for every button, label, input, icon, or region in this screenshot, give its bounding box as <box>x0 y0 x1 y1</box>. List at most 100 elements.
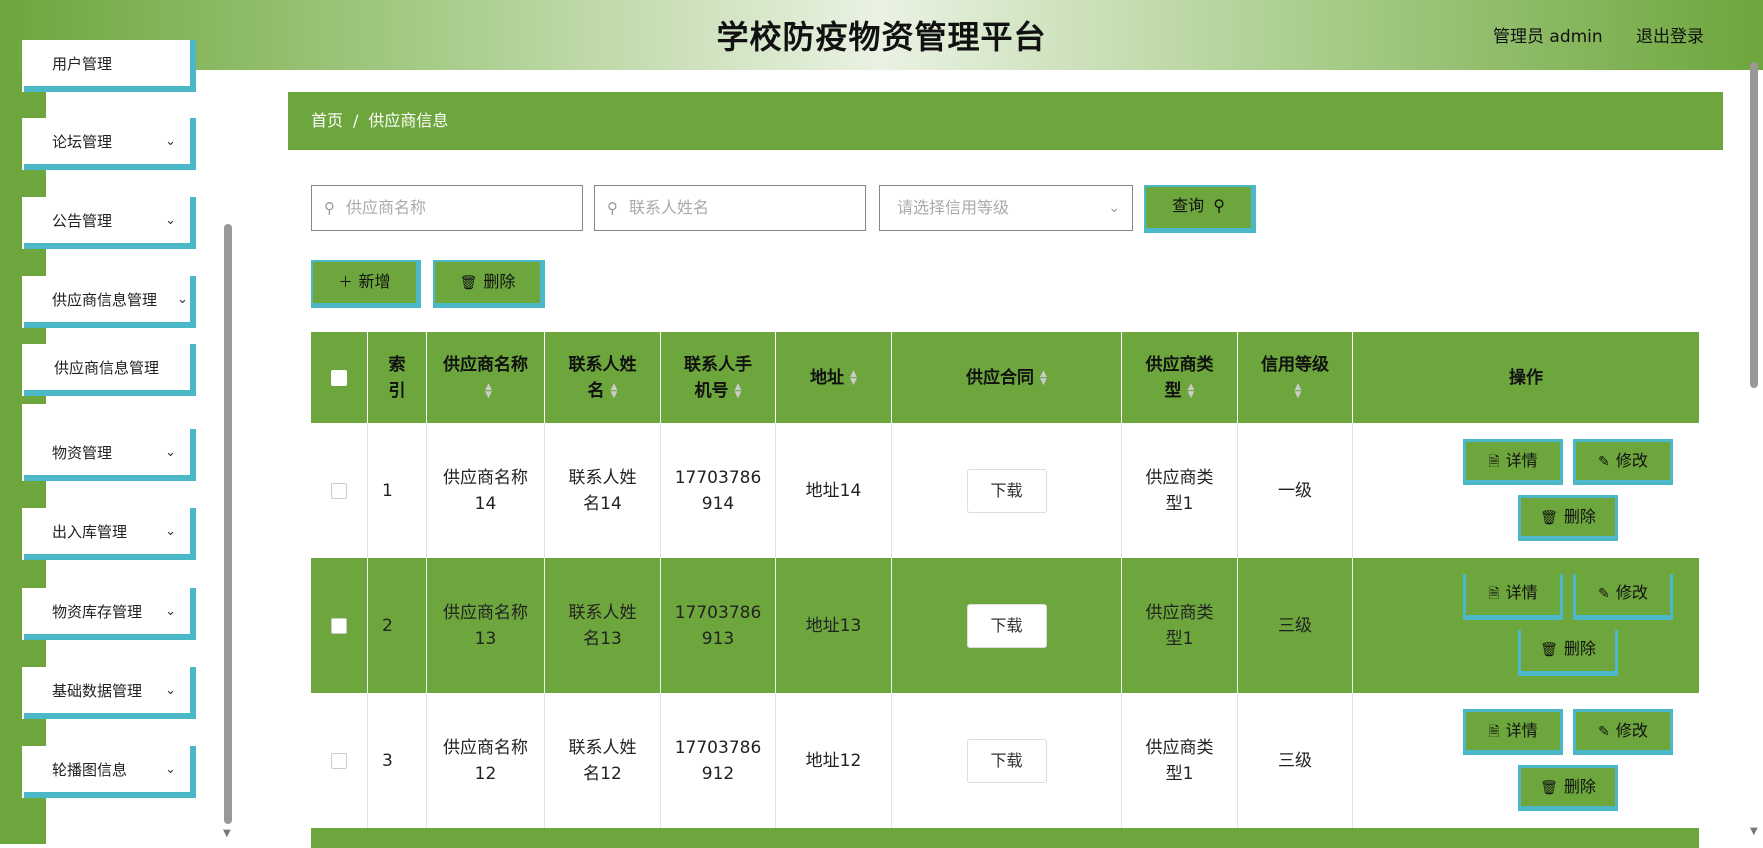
cell-contract: 下载 <box>892 693 1122 828</box>
chevron-down-icon: ⌄ <box>165 524 176 539</box>
sidebar-item-forum[interactable]: 论坛管理 ⌄ <box>24 118 196 170</box>
add-button[interactable]: ＋ 新增 <box>311 260 421 308</box>
download-button[interactable]: 下载 <box>966 738 1047 783</box>
trash-icon: 🗑 <box>459 275 478 291</box>
sort-icon[interactable]: ▲ ▼ <box>850 369 857 386</box>
col-supplier-type[interactable]: 供应商类型 ▲ ▼ <box>1122 332 1238 423</box>
sidebar-item-label: 出入库管理 <box>52 523 128 541</box>
contact-name-input[interactable]: ⚲ 联系人姓名 <box>594 185 866 231</box>
contact-name-placeholder: 联系人姓名 <box>629 198 710 217</box>
row-checkbox[interactable] <box>331 617 347 634</box>
cell-contact-phone: 17703786 913 <box>661 558 776 693</box>
delete-label: 删除 <box>483 272 516 291</box>
cell-operations: 🗎 详情 ✎ 修改 🗑 删除 <box>1353 693 1699 828</box>
plus-icon: ＋ <box>338 275 353 291</box>
select-all-checkbox[interactable] <box>331 369 347 386</box>
col-contact-line1: 联系人姓 <box>568 354 637 375</box>
cell-contact-name: 联系人姓 名12 <box>545 693 661 828</box>
col-index-line1: 索 <box>388 354 406 375</box>
row-select-cell <box>311 558 368 693</box>
credit-level-select[interactable]: 请选择信用等级 ⌄ <box>879 185 1133 231</box>
delete-button[interactable]: 🗑 删除 <box>1518 630 1618 676</box>
batch-delete-button[interactable]: 🗑 删除 <box>433 260 545 308</box>
col-contact-phone[interactable]: 联系人手 机号 ▲ ▼ <box>661 332 776 423</box>
row-checkbox[interactable] <box>331 482 347 499</box>
detail-button[interactable]: 🗎 详情 <box>1463 709 1563 755</box>
cell-text: 914 <box>701 493 735 514</box>
col-index: 索引 <box>368 332 427 423</box>
pencil-icon: ✎ <box>1598 724 1610 740</box>
breadcrumb-home[interactable]: 首页 <box>311 111 343 130</box>
sidebar-scrollbar[interactable] <box>224 224 232 824</box>
cell-text: 名12 <box>583 763 622 784</box>
chevron-down-icon: ⌄ <box>165 604 176 619</box>
scroll-down-icon[interactable]: ▼ <box>223 828 231 839</box>
col-contact-line2: 名 <box>587 380 605 401</box>
search-icon: ⚲ <box>607 199 618 217</box>
cell-text: 供应商类 <box>1145 737 1214 758</box>
edit-label: 修改 <box>1615 583 1648 602</box>
trash-icon: 🗑 <box>1540 780 1558 796</box>
sidebar-item-label: 供应商信息管理 <box>52 291 158 309</box>
col-supplier-name[interactable]: 供应商名称 ▲ ▼ <box>427 332 545 423</box>
sidebar-subitem-supplier-info[interactable]: 供应商信息管理 <box>24 344 196 396</box>
sidebar-item-label: 基础数据管理 <box>52 682 143 700</box>
cell-text: 名13 <box>583 628 622 649</box>
detail-button[interactable]: 🗎 详情 <box>1463 439 1563 485</box>
row-select-cell <box>311 693 368 828</box>
supplier-name-input[interactable]: ⚲ 供应商名称 <box>311 185 583 231</box>
chevron-down-icon: ⌄ <box>1108 200 1120 216</box>
col-type-line1: 供应商类 <box>1145 354 1214 375</box>
detail-button[interactable]: 🗎 详情 <box>1463 574 1563 620</box>
edit-button[interactable]: ✎ 修改 <box>1573 709 1673 755</box>
delete-button[interactable]: 🗑 删除 <box>1518 765 1618 811</box>
cell-operations: 🗎 详情 ✎ 修改 🗑 删除 <box>1353 423 1699 558</box>
current-user: 管理员 admin <box>1493 27 1603 47</box>
search-icon: ⚲ <box>324 199 335 217</box>
scroll-down-icon[interactable]: ▼ <box>1750 826 1758 837</box>
sidebar-item-inventory[interactable]: 物资库存管理 ⌄ <box>24 588 196 640</box>
download-button[interactable]: 下载 <box>966 603 1047 648</box>
query-button[interactable]: 查询 ⚲ <box>1144 185 1256 233</box>
page-scrollbar[interactable] <box>1750 62 1758 388</box>
sidebar-item-notice[interactable]: 公告管理 ⌄ <box>24 197 196 249</box>
cell-credit-level: 一级 <box>1238 423 1353 558</box>
col-address[interactable]: 地址 ▲ ▼ <box>776 332 892 423</box>
cell-text: 供应商类 <box>1145 602 1214 623</box>
download-button[interactable]: 下载 <box>966 468 1047 513</box>
sidebar-item-materials[interactable]: 物资管理 ⌄ <box>24 429 196 481</box>
cell-text: 型1 <box>1165 763 1194 784</box>
cell-text: 912 <box>701 763 735 784</box>
chevron-down-icon: ⌄ <box>165 213 176 228</box>
col-contract[interactable]: 供应合同 ▲ ▼ <box>892 332 1122 423</box>
edit-button[interactable]: ✎ 修改 <box>1573 574 1673 620</box>
sidebar-item-carousel[interactable]: 轮播图信息 ⌄ <box>24 746 196 798</box>
col-credit-level[interactable]: 信用等级 ▲ ▼ <box>1238 332 1353 423</box>
sidebar-item-inout[interactable]: 出入库管理 ⌄ <box>24 508 196 560</box>
sort-icon[interactable]: ▲ ▼ <box>1040 369 1047 386</box>
logout-link[interactable]: 退出登录 <box>1636 22 1704 47</box>
cell-contract: 下载 <box>892 558 1122 693</box>
sidebar-item-supplier[interactable]: 供应商信息管理 ⌄ <box>24 276 196 328</box>
delete-label: 删除 <box>1563 777 1596 796</box>
col-index-line2: 引 <box>388 380 406 401</box>
edit-button[interactable]: ✎ 修改 <box>1573 439 1673 485</box>
cell-index: 3 <box>368 693 427 828</box>
col-contract-label: 供应合同 <box>966 367 1035 388</box>
col-contact-name[interactable]: 联系人姓名 ▲ ▼ <box>545 332 661 423</box>
cell-contact-phone: 17703786 914 <box>661 423 776 558</box>
sort-icon[interactable]: ▲ ▼ <box>1295 382 1302 399</box>
sort-icon[interactable]: ▲ ▼ <box>485 382 492 399</box>
supplier-name-placeholder: 供应商名称 <box>346 198 427 217</box>
sidebar-item-users[interactable]: 用户管理 <box>24 40 196 92</box>
cell-supplier-type: 供应商类 型1 <box>1122 423 1238 558</box>
sort-icon[interactable]: ▲ ▼ <box>1188 382 1195 399</box>
sidebar-item-basedata[interactable]: 基础数据管理 ⌄ <box>24 667 196 719</box>
delete-button[interactable]: 🗑 删除 <box>1518 495 1618 541</box>
cell-text: 供应商名称 <box>443 467 528 488</box>
row-checkbox[interactable] <box>331 752 347 769</box>
breadcrumb: 首页 / 供应商信息 <box>288 92 1723 150</box>
pencil-icon: ✎ <box>1598 454 1610 470</box>
sort-icon[interactable]: ▲ ▼ <box>611 382 618 399</box>
sort-icon[interactable]: ▲ ▼ <box>735 382 742 399</box>
